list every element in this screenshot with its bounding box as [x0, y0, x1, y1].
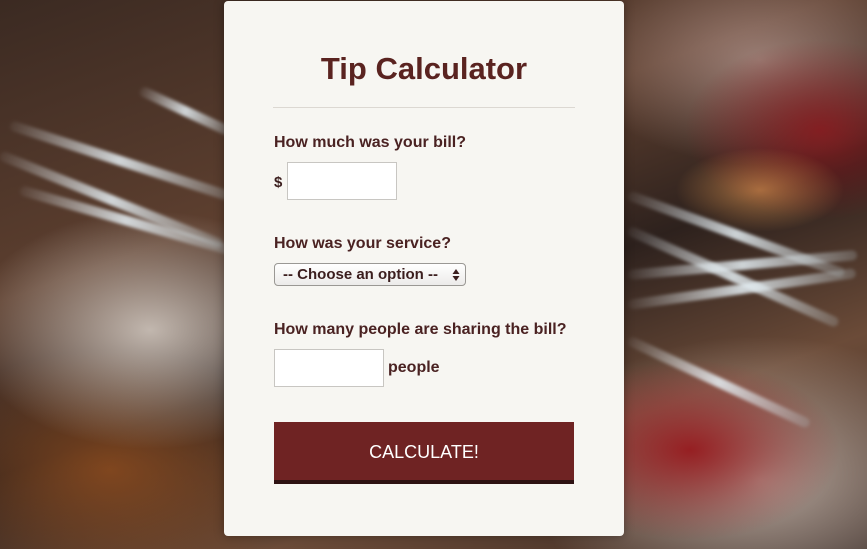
people-count-input[interactable] [274, 349, 384, 387]
page-title: Tip Calculator [320, 51, 528, 86]
select-arrows-icon [452, 269, 460, 281]
people-suffix: people [388, 359, 440, 376]
service-select[interactable]: -- Choose an option -- [274, 263, 466, 286]
bill-label: How much was your bill? [274, 134, 467, 151]
fork-tine-decoration [137, 85, 233, 137]
tip-calculator-card: Tip Calculator How much was your bill? $… [224, 1, 624, 536]
people-label: How many people are sharing the bill? [274, 321, 567, 338]
service-select-value: -- Choose an option -- [283, 266, 438, 283]
fork-tine-decoration [18, 185, 233, 256]
bill-amount-input[interactable] [287, 162, 397, 200]
fork-tine-decoration [8, 120, 231, 201]
currency-symbol: $ [274, 174, 283, 191]
fork-tine-decoration [625, 335, 812, 430]
service-label: How was your service? [274, 235, 451, 252]
title-divider [273, 107, 575, 108]
calculate-button[interactable]: CALCULATE! [274, 422, 574, 484]
